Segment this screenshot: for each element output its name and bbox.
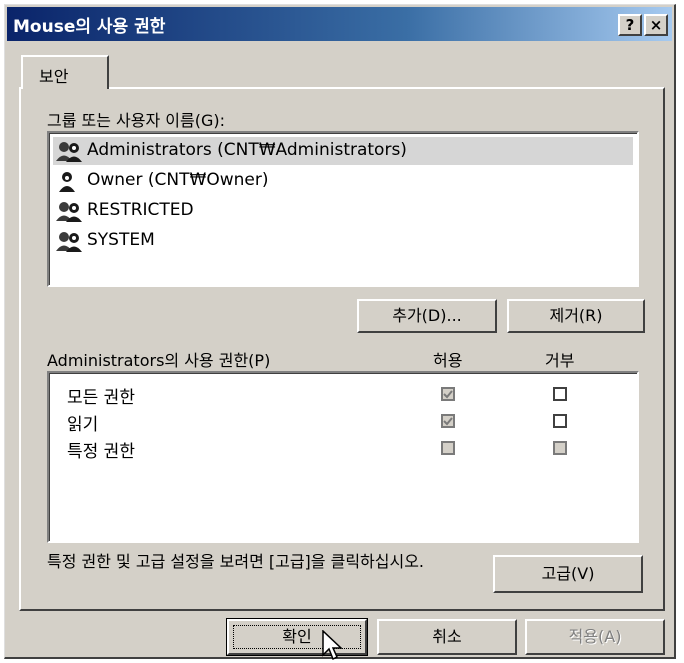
- user-list-item[interactable]: Administrators (CNT₩Administrators): [53, 137, 633, 165]
- security-panel: 그룹 또는 사용자 이름(G): Administrators (CNT₩Adm…: [19, 87, 665, 611]
- permission-name: 읽기: [67, 415, 99, 435]
- group-icon: [56, 202, 82, 222]
- permissions-dialog: Mouse의 사용 권한 ? × 보안 그룹 또는 사용자 이름(G): Adm…: [4, 4, 676, 659]
- remove-button[interactable]: 제거(R): [507, 299, 645, 333]
- deny-checkbox[interactable]: [553, 441, 567, 455]
- advanced-hint: 특정 권한 및 고급 설정을 보려면 [고급]을 클릭하십시오.: [47, 552, 425, 571]
- tab-security-label: 보안: [39, 67, 69, 86]
- deny-checkbox[interactable]: [553, 414, 567, 428]
- group-icon: [56, 232, 82, 252]
- deny-header: 거부: [545, 351, 575, 370]
- allow-checkbox[interactable]: [441, 387, 455, 401]
- allow-checkbox[interactable]: [441, 441, 455, 455]
- allow-header: 허용: [433, 351, 463, 370]
- help-button[interactable]: ?: [618, 14, 642, 36]
- user-icon: [59, 172, 75, 192]
- permission-name: 모든 권한: [67, 388, 135, 408]
- permissions-label: Administrators의 사용 권한(P): [47, 351, 271, 370]
- close-button[interactable]: ×: [644, 14, 668, 36]
- group-icon: [56, 142, 82, 162]
- permission-name: 특정 권한: [67, 442, 135, 462]
- user-list-item[interactable]: Owner (CNT₩Owner): [53, 167, 633, 195]
- window-title: Mouse의 사용 권한: [13, 17, 166, 37]
- user-name: SYSTEM: [87, 230, 155, 250]
- user-list-item[interactable]: RESTRICTED: [53, 197, 633, 225]
- cancel-button[interactable]: 취소: [377, 619, 517, 655]
- tab-security[interactable]: 보안: [21, 55, 109, 89]
- deny-checkbox[interactable]: [553, 387, 567, 401]
- users-label: 그룹 또는 사용자 이름(G):: [47, 111, 226, 130]
- allow-checkbox[interactable]: [441, 414, 455, 428]
- apply-button[interactable]: 적용(A): [525, 619, 665, 655]
- user-list-item[interactable]: SYSTEM: [53, 227, 633, 255]
- advanced-button[interactable]: 고급(V): [493, 555, 643, 593]
- user-name: Owner (CNT₩Owner): [87, 170, 269, 190]
- user-name: Administrators (CNT₩Administrators): [87, 140, 407, 160]
- mouse-cursor-icon: [322, 630, 343, 661]
- ok-button[interactable]: 확인: [226, 618, 368, 656]
- title-bar[interactable]: Mouse의 사용 권한 ? ×: [7, 7, 672, 41]
- add-button[interactable]: 추가(D)...: [357, 299, 497, 333]
- users-list[interactable]: Administrators (CNT₩Administrators) Owner…: [47, 131, 639, 287]
- user-name: RESTRICTED: [87, 200, 194, 220]
- permissions-list: 모든 권한읽기특정 권한: [47, 371, 639, 543]
